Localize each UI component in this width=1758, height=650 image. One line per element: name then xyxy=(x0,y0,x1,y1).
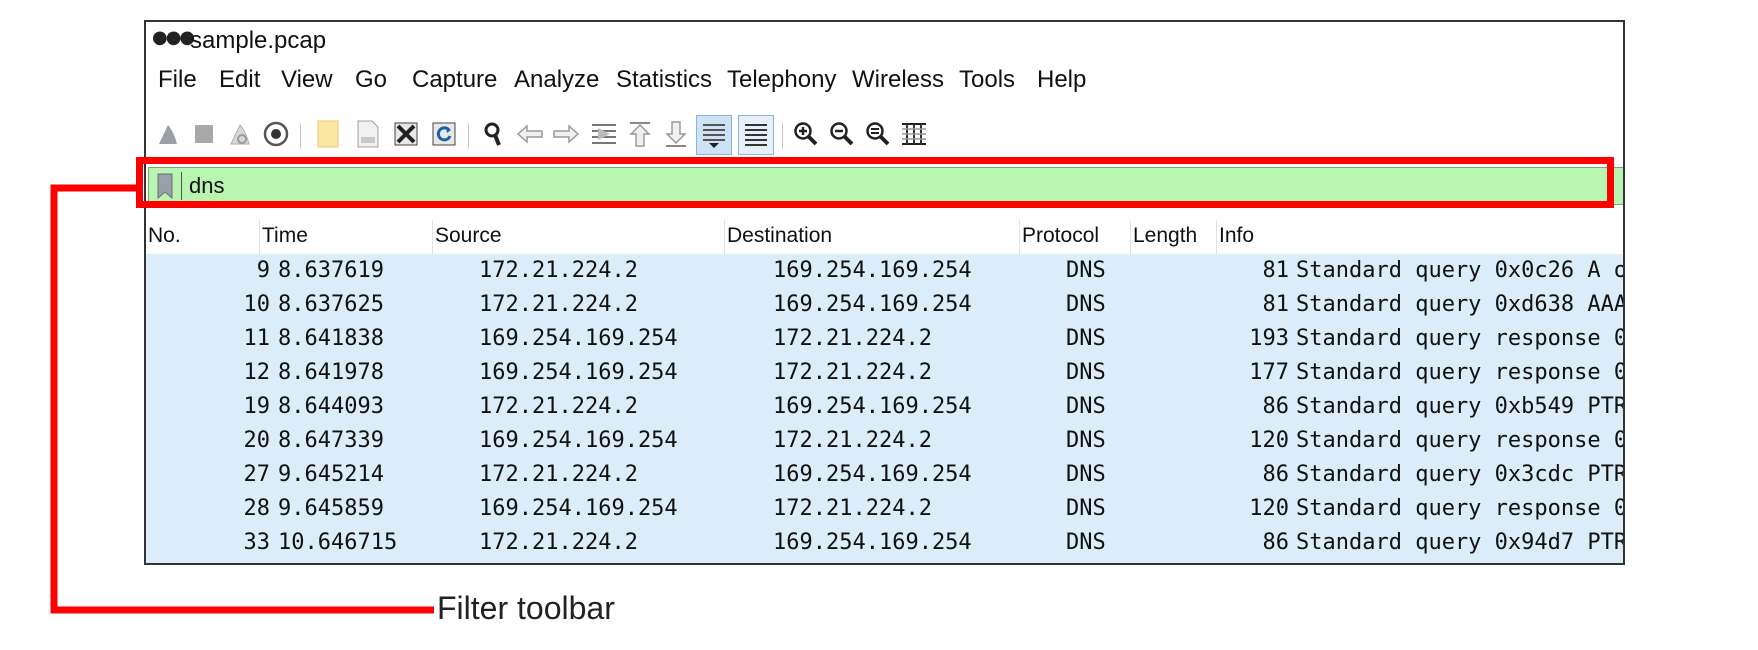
zoom-in-icon[interactable] xyxy=(792,117,820,151)
menu-wireless[interactable]: Wireless xyxy=(852,66,944,94)
packet-cell-length: 86 xyxy=(1262,462,1290,487)
packet-cell-protocol: DNS xyxy=(1066,496,1106,521)
toolbar-separator xyxy=(300,123,301,149)
callout-label: Filter toolbar xyxy=(437,590,615,626)
packet-cell-info: Standard query response 0x xyxy=(1296,360,1625,385)
packet-cell-destination: 172.21.224.2 xyxy=(773,496,932,521)
packet-cell-info: Standard query response 0x xyxy=(1296,428,1625,453)
packet-cell-destination: 172.21.224.2 xyxy=(773,360,932,385)
capture-options-icon[interactable] xyxy=(262,117,290,151)
packet-cell-protocol: DNS xyxy=(1066,530,1106,555)
go-forward-icon[interactable] xyxy=(552,117,580,151)
packet-cell-info: Standard query 0x94d7 PTR xyxy=(1296,530,1625,555)
packet-cell-destination: 169.254.169.254 xyxy=(773,394,972,419)
window-menu-icon[interactable]: ●●● xyxy=(152,29,195,47)
packet-cell-destination: 172.21.224.2 xyxy=(773,326,932,351)
toolbar-separator xyxy=(468,123,469,149)
packet-cell-length: 81 xyxy=(1262,292,1290,317)
open-file-icon[interactable] xyxy=(314,117,342,151)
autoscroll-icon[interactable] xyxy=(696,115,732,155)
packet-cell-protocol: DNS xyxy=(1066,326,1106,351)
column-header-length[interactable]: Length xyxy=(1131,220,1217,254)
zoom-out-icon[interactable] xyxy=(828,117,856,151)
packet-cell-length: 86 xyxy=(1262,394,1290,419)
column-header-source[interactable]: Source xyxy=(433,220,725,254)
packet-cell-info: Standard query response 0x xyxy=(1296,496,1625,521)
go-last-icon[interactable] xyxy=(662,117,690,151)
stop-capture-icon[interactable] xyxy=(190,117,218,151)
packet-cell-protocol: DNS xyxy=(1066,360,1106,385)
column-header-protocol[interactable]: Protocol xyxy=(1020,220,1131,254)
menu-analyze[interactable]: Analyze xyxy=(514,66,599,94)
title-bar: ●●● sample.pcap xyxy=(146,22,1623,60)
column-header-info[interactable]: Info xyxy=(1217,220,1623,254)
packet-cell-protocol: DNS xyxy=(1066,462,1106,487)
go-to-packet-icon[interactable] xyxy=(590,117,618,151)
packet-cell-length: 120 xyxy=(1249,428,1289,453)
restart-capture-icon[interactable] xyxy=(226,117,254,151)
packet-cell-info: Standard query 0xb549 PTR xyxy=(1296,394,1625,419)
column-header-destination[interactable]: Destination xyxy=(725,220,1020,254)
packet-cell-source: 169.254.169.254 xyxy=(479,496,678,521)
packet-cell-source: 169.254.169.254 xyxy=(479,428,678,453)
packet-cell-destination: 172.21.224.2 xyxy=(773,428,932,453)
packet-cell-info: Standard query 0x0c26 A op xyxy=(1296,258,1625,283)
reload-file-icon[interactable] xyxy=(430,117,458,151)
menu-tools[interactable]: Tools xyxy=(959,66,1015,94)
packet-cell-protocol: DNS xyxy=(1066,394,1106,419)
packet-cell-info: Standard query response 0x xyxy=(1296,326,1625,351)
go-first-icon[interactable] xyxy=(626,117,654,151)
packet-cell-protocol: DNS xyxy=(1066,292,1106,317)
normal-size-icon[interactable] xyxy=(864,117,892,151)
find-packet-icon[interactable] xyxy=(480,117,508,151)
main-toolbar xyxy=(146,115,1623,159)
menu-bar: File Edit View Go Capture Analyze Statis… xyxy=(146,66,1623,100)
menu-go[interactable]: Go xyxy=(355,66,387,94)
packet-cell-length: 86 xyxy=(1262,530,1290,555)
packet-cell-destination: 169.254.169.254 xyxy=(773,462,972,487)
menu-capture[interactable]: Capture xyxy=(412,66,497,94)
window-title: sample.pcap xyxy=(190,27,327,54)
packet-cell-length: 177 xyxy=(1249,360,1289,385)
menu-statistics[interactable]: Statistics xyxy=(616,66,712,94)
packet-cell-destination: 169.254.169.254 xyxy=(773,292,972,317)
callout-connector xyxy=(50,184,434,614)
resize-columns-icon[interactable] xyxy=(900,117,928,151)
packet-cell-source: 172.21.224.2 xyxy=(479,394,638,419)
packet-cell-info: Standard query 0xd638 AAAA xyxy=(1296,292,1625,317)
packet-cell-source: 169.254.169.254 xyxy=(479,326,678,351)
go-back-icon[interactable] xyxy=(516,117,544,151)
packet-cell-protocol: DNS xyxy=(1066,258,1106,283)
menu-view[interactable]: View xyxy=(281,66,333,94)
packet-cell-destination: 169.254.169.254 xyxy=(773,530,972,555)
close-file-icon[interactable] xyxy=(392,117,420,151)
packet-cell-protocol: DNS xyxy=(1066,428,1106,453)
packet-cell-info: Standard query 0x3cdc PTR xyxy=(1296,462,1625,487)
colorize-icon[interactable] xyxy=(738,115,774,155)
menu-file[interactable]: File xyxy=(158,66,197,94)
packet-cell-length: 81 xyxy=(1262,258,1290,283)
packet-cell-source: 172.21.224.2 xyxy=(479,292,638,317)
packet-cell-source: 169.254.169.254 xyxy=(479,360,678,385)
packet-cell-source: 172.21.224.2 xyxy=(479,258,638,283)
toolbar-separator xyxy=(782,123,783,149)
filter-toolbar-highlight xyxy=(136,157,1614,208)
menu-telephony[interactable]: Telephony xyxy=(727,66,836,94)
packet-cell-length: 120 xyxy=(1249,496,1289,521)
packet-cell-length: 193 xyxy=(1249,326,1289,351)
packet-cell-destination: 169.254.169.254 xyxy=(773,258,972,283)
shark-fin-start-icon[interactable] xyxy=(154,117,182,151)
save-file-icon[interactable] xyxy=(354,117,382,151)
menu-help[interactable]: Help xyxy=(1037,66,1086,94)
menu-edit[interactable]: Edit xyxy=(219,66,260,94)
packet-cell-source: 172.21.224.2 xyxy=(479,462,638,487)
packet-cell-source: 172.21.224.2 xyxy=(479,530,638,555)
